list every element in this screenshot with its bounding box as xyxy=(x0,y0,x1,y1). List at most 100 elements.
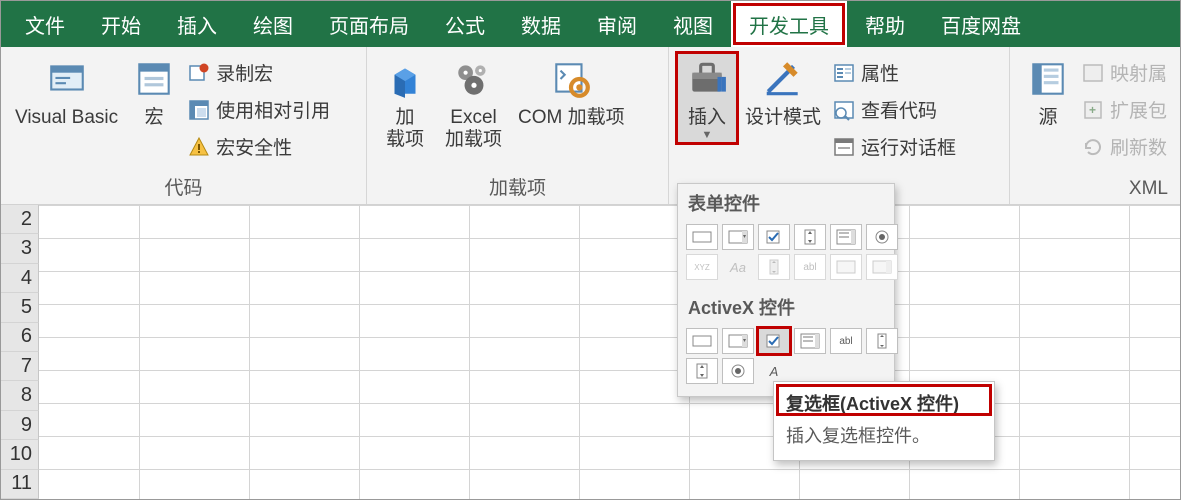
xml-source-button[interactable]: 源 xyxy=(1018,53,1078,131)
xml-refresh-button[interactable]: 刷新数 xyxy=(1078,131,1171,162)
tooltip-body: 插入复选框控件。 xyxy=(774,418,994,460)
com-addins-icon xyxy=(547,55,595,103)
record-macro-label: 录制宏 xyxy=(216,59,273,86)
run-dialog-icon xyxy=(833,136,855,158)
use-relative-ref-button[interactable]: 使用相对引用 xyxy=(184,94,334,125)
properties-label: 属性 xyxy=(861,59,899,86)
tab-insert[interactable]: 插入 xyxy=(159,1,235,47)
toolbox-icon xyxy=(683,55,731,103)
warning-icon xyxy=(188,136,210,158)
addins-l2: 载项 xyxy=(386,129,424,151)
design-mode-button[interactable]: 设计模式 xyxy=(739,53,827,131)
tab-formulas[interactable]: 公式 xyxy=(427,1,503,47)
macros-button[interactable]: 宏 xyxy=(124,53,184,131)
ribbon-tabs: 文件 开始 插入 绘图 页面布局 公式 数据 审阅 视图 开发工具 帮助 百度网… xyxy=(1,1,1180,47)
xml-source-icon xyxy=(1024,55,1072,103)
addins-button[interactable]: 加 载项 xyxy=(375,53,435,153)
activex-scrollbar-control[interactable] xyxy=(866,328,898,354)
use-relative-ref-icon xyxy=(188,99,210,121)
dropdown-caret-icon: ▼ xyxy=(702,129,713,142)
insert-controls-label: 插入 xyxy=(688,107,726,129)
view-code-button[interactable]: 查看代码 xyxy=(829,94,960,125)
form-label-control[interactable]: Aa xyxy=(722,254,754,280)
form-option-control[interactable] xyxy=(866,224,898,250)
activex-textbox-control[interactable]: abl xyxy=(830,328,862,354)
row-header[interactable]: 11 xyxy=(1,470,39,499)
excel-addins-l2: 加载项 xyxy=(445,129,502,151)
form-listbox-control[interactable] xyxy=(830,224,862,250)
cell-grid[interactable] xyxy=(39,205,1180,499)
activex-spinner-control[interactable] xyxy=(686,358,718,384)
form-controls-header: 表单控件 xyxy=(678,184,894,222)
activex-listbox-control[interactable] xyxy=(794,328,826,354)
row-header[interactable]: 5 xyxy=(1,293,39,322)
design-mode-icon xyxy=(759,55,807,103)
group-code: Visual Basic 宏 录制宏 使用相对引用 宏 xyxy=(1,47,367,204)
row-header[interactable]: 9 xyxy=(1,411,39,440)
use-relative-label: 使用相对引用 xyxy=(216,96,330,123)
form-checkbox-control[interactable] xyxy=(758,224,790,250)
activex-controls-header: ActiveX 控件 xyxy=(678,288,894,326)
tab-baidu-netdisk[interactable]: 百度网盘 xyxy=(923,1,1039,47)
form-scrollbar-control[interactable] xyxy=(758,254,790,280)
tab-help[interactable]: 帮助 xyxy=(847,1,923,47)
visual-basic-button[interactable]: Visual Basic xyxy=(9,53,124,131)
group-xml: 源 映射属 + 扩展包 刷新数 XML xyxy=(1010,47,1180,204)
com-addins-label: COM 加载项 xyxy=(518,107,625,129)
tab-file[interactable]: 文件 xyxy=(7,1,83,47)
excel-addins-button[interactable]: Excel 加载项 xyxy=(439,53,508,153)
record-macro-icon xyxy=(188,62,210,84)
macro-security-label: 宏安全性 xyxy=(216,133,292,160)
tab-draw[interactable]: 绘图 xyxy=(235,1,311,47)
tab-page-layout[interactable]: 页面布局 xyxy=(311,1,427,47)
tab-home[interactable]: 开始 xyxy=(83,1,159,47)
insert-controls-button[interactable]: 插入 ▼ xyxy=(677,53,737,143)
row-header[interactable]: 10 xyxy=(1,440,39,469)
tab-developer[interactable]: 开发工具 xyxy=(731,1,847,47)
row-header[interactable]: 2 xyxy=(1,205,39,234)
form-combo-list-control[interactable] xyxy=(830,254,862,280)
form-textfield-control[interactable]: abl xyxy=(794,254,826,280)
run-dialog-button[interactable]: 运行对话框 xyxy=(829,131,960,162)
spreadsheet: 2 3 4 5 6 7 8 9 10 11 xyxy=(1,205,1180,499)
tab-data[interactable]: 数据 xyxy=(503,1,579,47)
form-button-control[interactable] xyxy=(686,224,718,250)
svg-text:+: + xyxy=(1089,103,1096,117)
tab-review[interactable]: 审阅 xyxy=(579,1,655,47)
group-code-label: 代码 xyxy=(9,173,358,204)
run-dialog-label: 运行对话框 xyxy=(861,133,956,160)
row-headers: 2 3 4 5 6 7 8 9 10 11 xyxy=(1,205,39,499)
com-addins-button[interactable]: COM 加载项 xyxy=(512,53,631,131)
insert-controls-gallery: 表单控件 XYZ Aa abl ActiveX 控件 abl A xyxy=(677,183,895,397)
form-combo-dropdown-control[interactable] xyxy=(866,254,898,280)
macro-security-button[interactable]: 宏安全性 xyxy=(184,131,334,162)
map-properties-icon xyxy=(1082,62,1104,84)
xml-map-properties-button[interactable]: 映射属 xyxy=(1078,57,1171,88)
record-macro-button[interactable]: 录制宏 xyxy=(184,57,334,88)
group-addins-label: 加载项 xyxy=(375,173,660,204)
xml-expansion-label: 扩展包 xyxy=(1110,96,1167,123)
row-header[interactable]: 7 xyxy=(1,352,39,381)
form-spinner-control[interactable] xyxy=(794,224,826,250)
row-header[interactable]: 6 xyxy=(1,323,39,352)
form-combo-control[interactable] xyxy=(722,224,754,250)
row-header[interactable]: 3 xyxy=(1,234,39,263)
design-mode-label: 设计模式 xyxy=(745,107,821,129)
properties-button[interactable]: 属性 xyxy=(829,57,960,88)
tab-view[interactable]: 视图 xyxy=(655,1,731,47)
xml-expansion-button[interactable]: + 扩展包 xyxy=(1078,94,1171,125)
group-controls: 插入 ▼ 设计模式 属性 查看代码 运 xyxy=(669,47,1010,204)
tooltip: 复选框(ActiveX 控件) 插入复选框控件。 xyxy=(773,381,995,461)
xml-refresh-label: 刷新数 xyxy=(1110,133,1167,160)
xml-source-label: 源 xyxy=(1038,107,1057,129)
row-header[interactable]: 8 xyxy=(1,381,39,410)
xml-map-properties-label: 映射属 xyxy=(1110,59,1167,86)
form-controls-grid: XYZ Aa abl xyxy=(678,222,894,288)
activex-option-control[interactable] xyxy=(722,358,754,384)
tooltip-title: 复选框(ActiveX 控件) xyxy=(774,382,994,418)
activex-combo-control[interactable] xyxy=(722,328,754,354)
form-groupbox-control[interactable]: XYZ xyxy=(686,254,718,280)
activex-button-control[interactable] xyxy=(686,328,718,354)
row-header[interactable]: 4 xyxy=(1,264,39,293)
activex-checkbox-control[interactable] xyxy=(758,328,790,354)
